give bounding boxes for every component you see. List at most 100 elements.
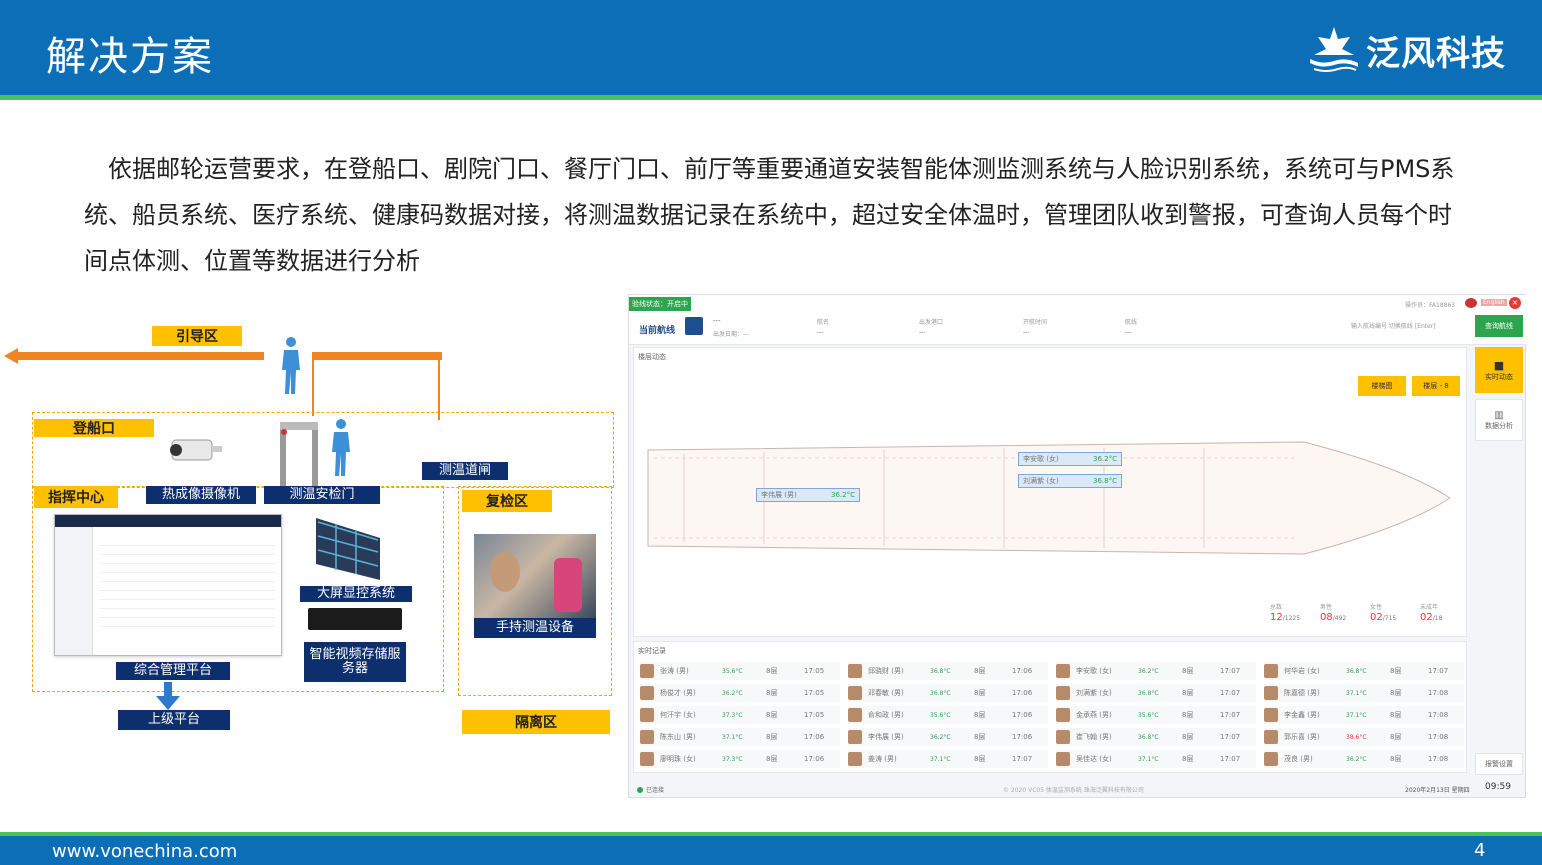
person-icon [282,337,300,394]
record-name: 杨俊才 (男) [660,689,696,697]
record-row[interactable]: 陈嘉德 (男) 37.1°C 8层 17:08 [1264,684,1464,702]
record-name: 崔飞翰 (男) [1076,733,1112,741]
record-name: 李伟展 (男) [868,733,904,741]
mgmt-platform-screenshot [54,514,282,656]
record-time: 17:07 [1220,689,1241,697]
record-time: 17:08 [1428,733,1449,741]
ship-person-tag[interactable]: 李安歌 (女) 36.2°C [1018,452,1122,466]
app-date: 2020年2月13日 星期四 [1405,787,1470,794]
avatar [848,730,862,744]
close-icon[interactable]: × [1509,297,1521,309]
route-search-input[interactable]: 输入航线编号 切换航线 [Enter] [1351,321,1469,333]
record-row[interactable]: 吴佳达 (女) 37.1°C 8层 17:07 [1056,750,1256,768]
tag-temp: 36.8°C [1093,477,1117,485]
record-name: 张涛 (男) [660,667,689,675]
logo-text: 泛风科技 [1366,33,1506,74]
tag-name: 李安歌 (女) [1023,455,1059,463]
record-floor: 8层 [1390,733,1402,741]
avatar [848,708,862,722]
record-row[interactable]: 俞和政 (男) 35.6°C 8层 17:06 [848,706,1048,724]
avatar [640,752,654,766]
avatar [1056,730,1070,744]
boarding-tag: 登船口 [34,419,154,437]
connection-status: 已连接 [637,785,664,794]
record-row[interactable]: 廖明珠 (女) 37.3°C 8层 17:06 [640,750,840,768]
tag-name: 李伟展 (男) [761,491,797,499]
record-row[interactable]: 郭乐喜 (男) 38.6°C 8层 17:08 [1264,728,1464,746]
record-row[interactable]: 何华岩 (女) 36.8°C 8层 17:07 [1264,662,1464,680]
record-floor: 8层 [1390,689,1402,697]
col-label: 出发港口 [919,319,944,326]
record-time: 17:06 [1012,733,1033,741]
record-floor: 8层 [1182,755,1194,763]
record-row[interactable]: 何汗宇 (女) 37.3°C 8层 17:05 [640,706,840,724]
record-name: 何华岩 (女) [1284,667,1320,675]
flow-arrow-right [314,352,442,360]
video-icon: ■ [1493,358,1505,372]
ship-person-tag[interactable]: 李伟展 (男) 36.2°C [756,488,860,502]
handheld-label: 手持测温设备 [474,618,596,638]
record-floor: 8层 [1390,711,1402,719]
col-label: 航线 [1125,319,1138,326]
avatar [1264,686,1278,700]
search-route-button[interactable]: 查询航线 [1475,315,1523,337]
video-wall-icon [316,518,380,580]
flow-arrow-left [4,348,264,364]
record-row[interactable]: 金承燕 (男) 35.6°C 8层 17:07 [1056,706,1256,724]
col-value: --- [1023,329,1030,336]
stat-value: 08/492 [1320,612,1347,623]
thermal-camera-icon [170,439,222,461]
alarm-settings-button[interactable]: 报警设置 [1475,753,1523,775]
record-name: 俞和政 (男) [868,711,904,719]
status-dot-icon [637,786,643,793]
record-floor: 8层 [1182,711,1194,719]
footer-bar: www.vonechina.com 4 [0,832,1542,865]
page-number: 4 [1474,840,1486,861]
record-temp: 36.2°C [1138,667,1159,675]
record-floor: 8层 [766,711,778,719]
record-temp: 35.6°C [1138,711,1159,719]
record-floor: 8层 [974,755,986,763]
col-value: --- [817,329,824,336]
record-row[interactable]: 李安歌 (女) 36.2°C 8层 17:07 [1056,662,1256,680]
record-floor: 8层 [1182,689,1194,697]
temp-channel-label: 测温道闸 [422,462,508,480]
record-time: 17:08 [1428,689,1449,697]
record-temp: 36.2°C [722,689,743,697]
data-analysis-button[interactable]: ▥ 数据分析 [1475,399,1523,441]
avatar [1264,730,1278,744]
record-time: 17:08 [1428,755,1449,763]
record-row[interactable]: 李金鑫 (男) 37.1°C 8层 17:08 [1264,706,1464,724]
video-storage-label: 智能视频存储服务器 [304,642,406,682]
record-time: 17:06 [1012,689,1033,697]
deck-title: 楼层动态 [638,353,666,361]
realtime-button[interactable]: ■ 实时动态 [1475,347,1523,393]
operator-label: 操作员：FA18863 [1405,302,1456,309]
record-row[interactable]: 刘满紫 (女) 36.8°C 8层 17:07 [1056,684,1256,702]
floor-select-button[interactable]: 楼层 - 8 [1412,376,1460,396]
record-row[interactable]: 茂良 (男) 36.2°C 8层 17:08 [1264,750,1464,768]
stat-label: 女性 [1370,604,1383,611]
record-row[interactable]: 邓春敏 (男) 36.8°C 8层 17:06 [848,684,1048,702]
ship-logo-icon [1310,27,1358,72]
stat-value: 12/1225 [1270,612,1301,623]
record-floor: 8层 [974,689,986,697]
record-row[interactable]: 崔飞翰 (男) 36.8°C 8层 17:07 [1056,728,1256,746]
record-time: 17:07 [1220,733,1241,741]
record-name: 李金鑫 (男) [1284,711,1320,719]
language-toggle[interactable]: English [1481,299,1507,306]
avatar [848,664,862,678]
record-row[interactable]: 张涛 (男) 35.6°C 8层 17:05 [640,662,840,680]
record-floor: 8层 [974,733,986,741]
ship-person-tag[interactable]: 刘满紫 (女) 36.8°C [1018,474,1122,488]
stat-value: 02/18 [1420,612,1443,623]
language-flag-icon[interactable] [1465,298,1477,308]
record-row[interactable]: 陈东山 (男) 37.1°C 8层 17:06 [640,728,840,746]
record-row[interactable]: 杨俊才 (男) 36.2°C 8层 17:05 [640,684,840,702]
record-temp: 36.8°C [1138,689,1159,697]
record-row[interactable]: 姜涛 (男) 37.1°C 8层 17:07 [848,750,1048,768]
record-temp: 37.1°C [1138,755,1159,763]
deck-plan-button[interactable]: 楼梯图 [1358,376,1406,396]
record-row[interactable]: 李伟展 (男) 36.2°C 8层 17:06 [848,728,1048,746]
record-row[interactable]: 邱骁财 (男) 36.8°C 8层 17:06 [848,662,1048,680]
